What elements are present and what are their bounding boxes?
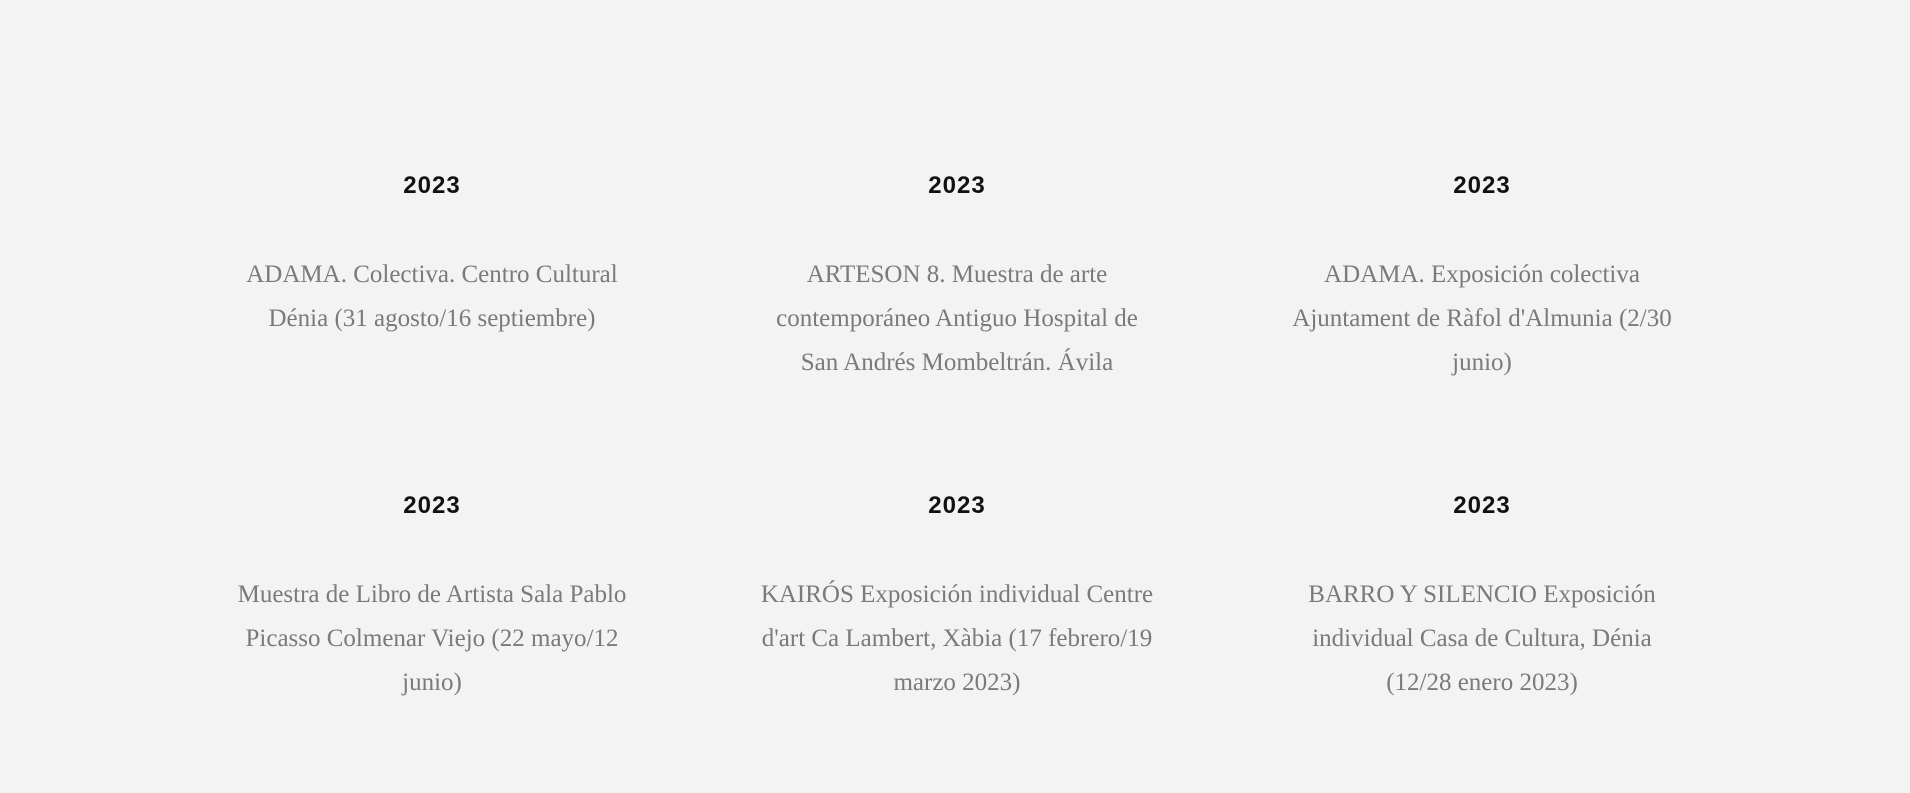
- exhibition-description: ADAMA. Colectiva. Centro Cultural Dénia …: [246, 261, 618, 332]
- exhibition-year: 2023: [928, 492, 986, 519]
- exhibition-item: 2023 ADAMA. Exposición colectiva Ajuntam…: [1277, 171, 1687, 385]
- exhibitions-grid: 2023 ADAMA. Colectiva. Centro Cultural D…: [0, 0, 1910, 793]
- exhibition-description: BARRO Y SILENCIO Exposición individual C…: [1308, 581, 1656, 696]
- exhibition-item: 2023 BARRO Y SILENCIO Exposición individ…: [1282, 491, 1682, 705]
- exhibition-description: ADAMA. Exposición colectiva Ajuntament d…: [1292, 261, 1672, 376]
- exhibition-item: 2023 KAIRÓS Exposición individual Centre…: [747, 491, 1167, 705]
- exhibition-description: Muestra de Libro de Artista Sala Pablo P…: [237, 581, 627, 696]
- exhibition-item: 2023 Muestra de Libro de Artista Sala Pa…: [222, 491, 642, 705]
- exhibition-description: KAIRÓS Exposición individual Centre d'ar…: [760, 581, 1154, 696]
- exhibition-year: 2023: [403, 492, 461, 519]
- exhibition-year: 2023: [1453, 492, 1511, 519]
- exhibition-year: 2023: [403, 172, 461, 199]
- exhibition-item: 2023 ARTESON 8. Muestra de arte contempo…: [757, 171, 1157, 385]
- exhibition-description: ARTESON 8. Muestra de arte contemporáneo…: [776, 261, 1138, 376]
- exhibition-item: 2023 ADAMA. Colectiva. Centro Cultural D…: [232, 171, 632, 341]
- exhibition-year: 2023: [1453, 172, 1511, 199]
- exhibition-year: 2023: [928, 172, 986, 199]
